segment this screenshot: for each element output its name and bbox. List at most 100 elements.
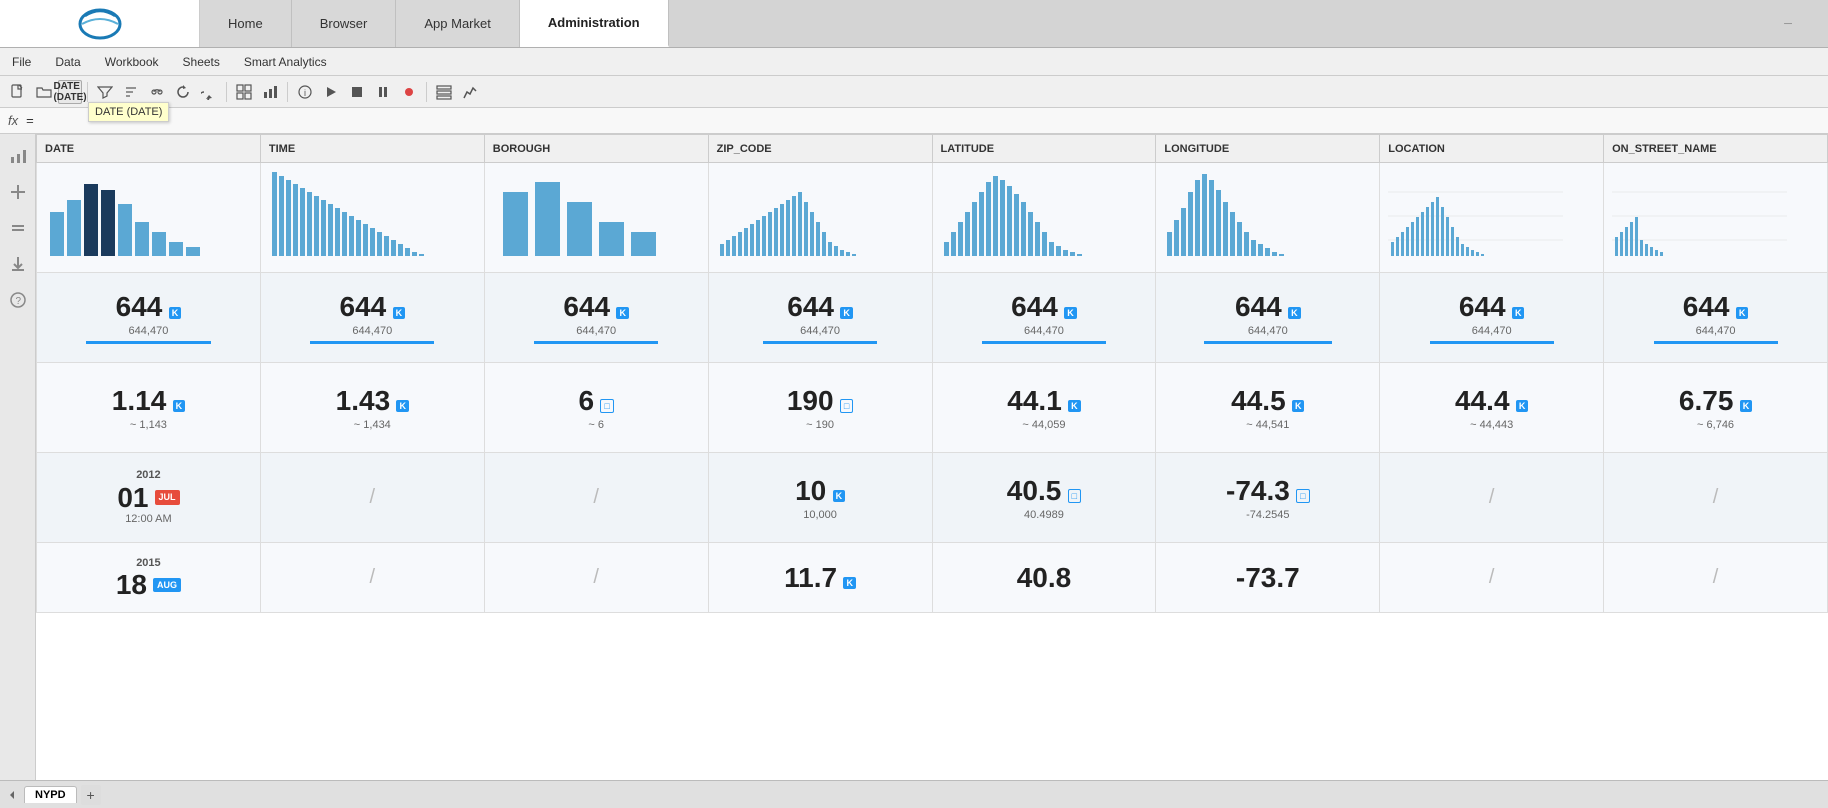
header-zip[interactable]: ZIP_CODE — [708, 135, 932, 163]
menu-file[interactable]: File — [8, 53, 35, 71]
tab-administration[interactable]: Administration — [520, 0, 669, 47]
chart-cell-street[interactable] — [1604, 163, 1828, 273]
chart-cell-lon[interactable] — [1156, 163, 1380, 273]
count-cell-location: 644 K 644,470 — [1380, 273, 1604, 363]
toolbar-chart-btn[interactable] — [258, 80, 282, 104]
count-value-location: 644 — [1459, 291, 1506, 322]
count-badge-date: K — [169, 307, 182, 319]
toolbar-group-btn[interactable] — [432, 80, 456, 104]
header-street[interactable]: ON_STREET_NAME — [1604, 135, 1828, 163]
toolbar-reload-btn[interactable] — [197, 80, 221, 104]
header-location[interactable]: LOCATION — [1380, 135, 1604, 163]
menu-workbook[interactable]: Workbook — [101, 53, 163, 71]
menu-bar: File Data Workbook Sheets Smart Analytic… — [0, 48, 1828, 76]
tab-appmarket[interactable]: App Market — [396, 0, 519, 47]
sample1-zip-badge: K — [833, 490, 846, 502]
chart-cell-lat[interactable] — [932, 163, 1156, 273]
sample1-cell-location: / — [1380, 453, 1604, 543]
toolbar-info-btn[interactable]: i — [293, 80, 317, 104]
count-bar-borough — [534, 341, 658, 344]
avg-badge-borough: □ — [600, 399, 613, 413]
main-content: ? DATE TIME BOROUGH ZIP_CODE LATITUDE LO… — [0, 134, 1828, 780]
count-bar-date — [86, 341, 210, 344]
formula-equals: = — [26, 113, 34, 128]
count-badge-location: K — [1512, 307, 1525, 319]
sidebar-download-icon[interactable] — [4, 250, 32, 278]
toolbar-open-btn[interactable] — [32, 80, 56, 104]
chart-cell-zip[interactable] — [708, 163, 932, 273]
toolbar-pause-btn[interactable] — [371, 80, 395, 104]
chart-street — [1612, 172, 1787, 260]
avg-row: 1.14 K ~ 1,143 1.43 K ~ 1,434 — [37, 363, 1828, 453]
chart-date — [45, 172, 220, 260]
add-sheet-btn[interactable]: + — [81, 785, 101, 805]
chart-lon — [1164, 172, 1339, 260]
toolbar-new-btn[interactable] — [6, 80, 30, 104]
header-date[interactable]: DATE — [37, 135, 261, 163]
count-sub-borough: 644,470 — [493, 325, 700, 337]
header-borough[interactable]: BOROUGH — [484, 135, 708, 163]
chart-cell-date[interactable] — [37, 163, 261, 273]
toolbar-stop-btn[interactable] — [345, 80, 369, 104]
menu-sheets[interactable]: Sheets — [179, 53, 224, 71]
header-lat[interactable]: LATITUDE — [932, 135, 1156, 163]
avg-value-time: 1.43 — [336, 385, 391, 416]
grid-header-row: DATE TIME BOROUGH ZIP_CODE LATITUDE LONG… — [37, 135, 1828, 163]
toolbar-refresh-btn[interactable] — [171, 80, 195, 104]
toolbar-grid-btn[interactable] — [232, 80, 256, 104]
toolbar-date-btn[interactable]: DATE (DATE) — [58, 80, 82, 104]
sample1-cell-street: / — [1604, 453, 1828, 543]
count-sub-date: 644,470 — [45, 325, 252, 337]
chart-cell-borough[interactable] — [484, 163, 708, 273]
sample2-cell-time: / — [260, 543, 484, 613]
avg-value-zip: 190 — [787, 385, 834, 416]
tab-browser[interactable]: Browser — [292, 0, 397, 47]
toolbar-sort-btn[interactable] — [119, 80, 143, 104]
toolbar-link-btn[interactable] — [145, 80, 169, 104]
sample1-zip-sub: 10,000 — [717, 509, 924, 521]
sample2-cell-street: / — [1604, 543, 1828, 613]
sample1-cell-zip: 10 K 10,000 — [708, 453, 932, 543]
menu-smart-analytics[interactable]: Smart Analytics — [240, 53, 331, 71]
count-value-time: 644 — [340, 291, 387, 322]
toolbar-filter-btn[interactable] — [93, 80, 117, 104]
sample1-lat-sub: 40.4989 — [941, 509, 1148, 521]
toolbar-play-btn[interactable] — [319, 80, 343, 104]
sample1-cell-borough: / — [484, 453, 708, 543]
data-grid: DATE TIME BOROUGH ZIP_CODE LATITUDE LONG… — [36, 134, 1828, 613]
sidebar-equals-icon[interactable] — [4, 214, 32, 242]
chart-cell-time[interactable] — [260, 163, 484, 273]
avg-value-street: 6.75 — [1679, 385, 1734, 416]
avg-value-location: 44.4 — [1455, 385, 1510, 416]
menu-data[interactable]: Data — [51, 53, 84, 71]
data-grid-wrapper[interactable]: DATE TIME BOROUGH ZIP_CODE LATITUDE LONG… — [36, 134, 1828, 780]
count-row: 644 K 644,470 644 K 644,470 — [37, 273, 1828, 363]
toolbar: DATE (DATE) i — [0, 76, 1828, 108]
avg-sub-date: ~ 1,143 — [45, 419, 252, 431]
avg-value-lat: 44.1 — [1007, 385, 1062, 416]
sample2-zip-badge: K — [843, 577, 856, 589]
count-bar-lon — [1204, 341, 1332, 344]
count-badge-street: K — [1736, 307, 1749, 319]
chart-row — [37, 163, 1828, 273]
sheet-tab-nypd[interactable]: NYPD — [24, 786, 77, 803]
chart-zip — [717, 172, 892, 260]
toolbar-record-btn[interactable] — [397, 80, 421, 104]
sidebar-plus-icon[interactable] — [4, 178, 32, 206]
count-value-lat: 644 — [1011, 291, 1058, 322]
toolbar-sep-2 — [226, 82, 227, 102]
avg-cell-lon: 44.5 K ~ 44,541 — [1156, 363, 1380, 453]
chart-cell-location[interactable] — [1380, 163, 1604, 273]
sidebar-chart-icon[interactable] — [4, 142, 32, 170]
toolbar-sep-1 — [87, 82, 88, 102]
sidebar-help-icon[interactable]: ? — [4, 286, 32, 314]
count-badge-time: K — [393, 307, 406, 319]
avg-cell-time: 1.43 K ~ 1,434 — [260, 363, 484, 453]
sample1-lat-value: 40.5 — [1007, 475, 1062, 506]
header-time[interactable]: TIME — [260, 135, 484, 163]
toolbar-analytics-btn[interactable] — [458, 80, 482, 104]
header-lon[interactable]: LONGITUDE — [1156, 135, 1380, 163]
count-badge-lat: K — [1064, 307, 1077, 319]
scroll-left-btn[interactable] — [4, 787, 20, 803]
tab-home[interactable]: Home — [200, 0, 292, 47]
